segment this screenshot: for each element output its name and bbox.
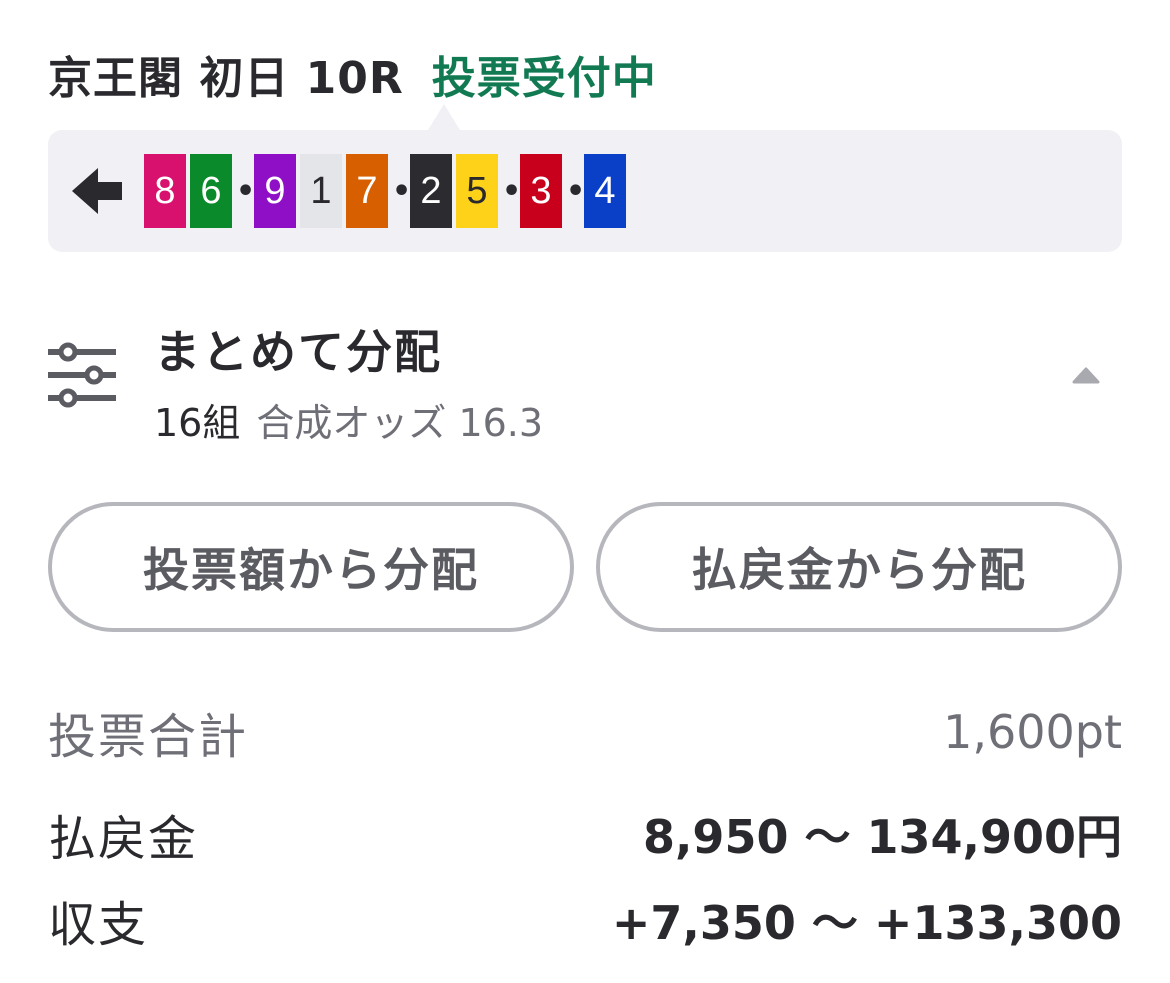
race-status: 投票受付中	[431, 53, 657, 104]
balance-value: +7,350 〜 +133,300	[611, 896, 1122, 950]
group-separator: •	[392, 173, 412, 209]
distribution-title: まとめて分配	[154, 325, 442, 379]
bike-number-9: 9	[254, 154, 296, 228]
race-title: 京王閣 初日 10R	[48, 53, 404, 104]
distribution-subtitle: 16組 合成オッズ 16.3	[154, 392, 543, 447]
payout-value: 8,950 〜 134,900円	[642, 810, 1122, 864]
bike-number-6: 6	[190, 154, 232, 228]
combination-panel: 8 6 • 9 1 7 • 2 5 • 3 • 4	[48, 130, 1122, 252]
distribute-by-stake-button[interactable]: 投票額から分配	[48, 502, 574, 632]
caret-up-icon[interactable]	[1072, 366, 1100, 386]
total-stake-row: 投票合計 1,600pt	[48, 694, 1122, 770]
bike-number-4: 4	[584, 154, 626, 228]
payout-row: 払戻金 8,950 〜 134,900円	[48, 796, 1122, 872]
group-separator: •	[236, 173, 256, 209]
bike-number-8: 8	[144, 154, 186, 228]
distribution-row[interactable]: まとめて分配 16組 合成オッズ 16.3	[45, 308, 1122, 448]
bike-number-5: 5	[456, 154, 498, 228]
combined-odds: 合成オッズ 16.3	[256, 401, 544, 445]
race-header: 京王閣 初日 10R 投票受付中	[48, 44, 657, 104]
combination-list: 8 6 • 9 1 7 • 2 5 • 3 • 4	[144, 154, 630, 228]
group-separator: •	[566, 173, 586, 209]
bike-number-2: 2	[410, 154, 452, 228]
combination-count: 16組	[154, 401, 241, 445]
bike-number-1: 1	[300, 154, 342, 228]
sliders-icon	[45, 340, 119, 410]
bike-number-7: 7	[346, 154, 388, 228]
arrow-left-icon[interactable]	[70, 163, 126, 219]
payout-label: 払戻金	[48, 811, 199, 867]
balance-label: 収支	[48, 897, 149, 953]
total-stake-value: 1,600pt	[943, 705, 1122, 759]
group-separator: •	[502, 173, 522, 209]
panel-pointer	[428, 104, 460, 130]
bike-number-3: 3	[520, 154, 562, 228]
balance-row: 収支 +7,350 〜 +133,300	[48, 882, 1122, 958]
distribute-by-payout-button[interactable]: 払戻金から分配	[596, 502, 1122, 632]
total-stake-label: 投票合計	[48, 709, 249, 765]
